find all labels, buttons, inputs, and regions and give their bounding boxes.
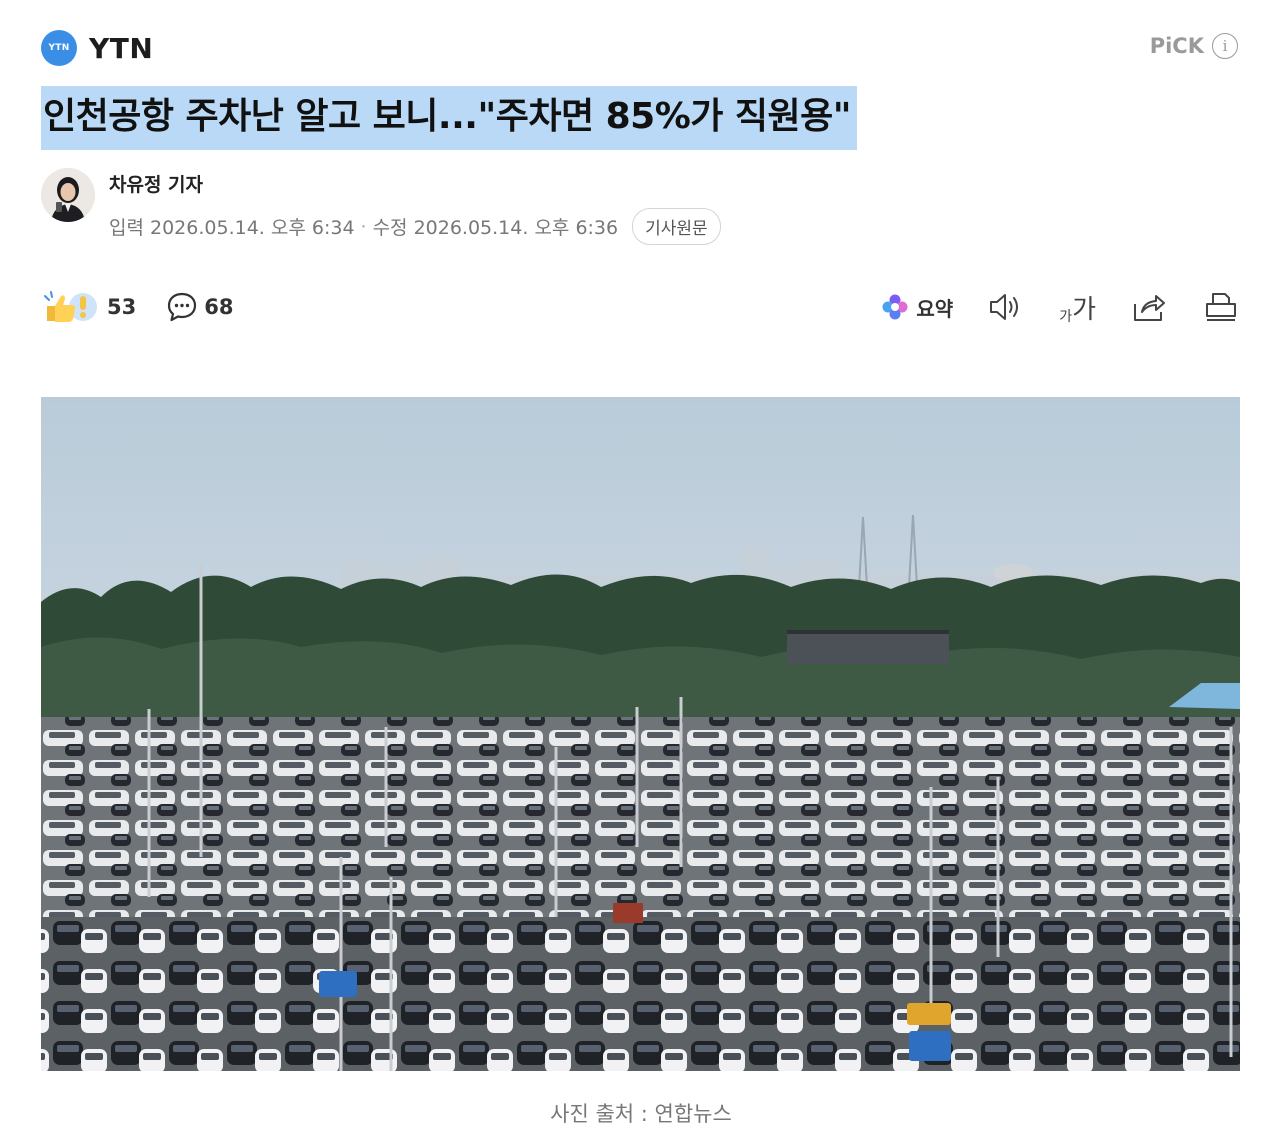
reaction-count: 53 [107,295,137,319]
article-page: YTN YTN PiCK i 인천공항 주차난 알고 보니..."주차면 85%… [0,0,1282,1136]
comment-count: 68 [204,295,234,319]
pick-badge[interactable]: PiCK i [1150,33,1238,59]
article-photo[interactable] [41,397,1240,1071]
speaker-icon[interactable] [987,288,1025,326]
thumbs-up-icon[interactable] [43,288,101,326]
original-article-button[interactable]: 기사원문 [632,208,721,245]
pick-label: PiCK [1149,34,1204,58]
date-separator: · [360,215,367,238]
reporter-avatar[interactable] [41,168,95,222]
headline-container: 인천공항 주차난 알고 보니..."주차면 85%가 직원용" [41,86,858,150]
summary-button[interactable]: 요약 [880,292,953,322]
modified-date: 수정 2026.05.14. 오후 6:36 [372,217,619,239]
press-name[interactable]: YTN [89,32,153,65]
share-icon[interactable] [1130,288,1168,326]
info-icon[interactable]: i [1212,33,1238,59]
press-logo[interactable]: YTN [41,30,77,66]
comment-icon[interactable] [166,291,198,323]
byline: 차유정 기자 입력 2026.05.14. 오후 6:34 · 수정 2026.… [41,168,721,245]
font-size-icon[interactable]: 가 가 [1059,289,1096,326]
summary-sparkle-icon [882,294,908,320]
press-header[interactable]: YTN YTN [41,30,153,66]
summary-label: 요약 [916,296,954,321]
article-dates: 입력 2026.05.14. 오후 6:34 · 수정 2026.05.14. … [109,208,721,245]
article-headline: 인천공항 주차난 알고 보니..."주차면 85%가 직원용" [41,86,858,150]
print-icon[interactable] [1202,288,1240,326]
article-tools: 요약 가 가 [880,288,1240,326]
font-small-label: 가 [1059,308,1073,325]
font-big-label: 가 [1072,294,1096,325]
photo-caption: 사진 출처 : 연합뉴스 [550,1102,732,1126]
byline-text: 차유정 기자 입력 2026.05.14. 오후 6:34 · 수정 2026.… [109,168,721,245]
parking-lot-image [41,397,1240,1071]
reporter-name[interactable]: 차유정 기자 [109,170,721,197]
reaction-bar: 53 68 [43,288,233,326]
published-date: 입력 2026.05.14. 오후 6:34 [109,217,355,239]
